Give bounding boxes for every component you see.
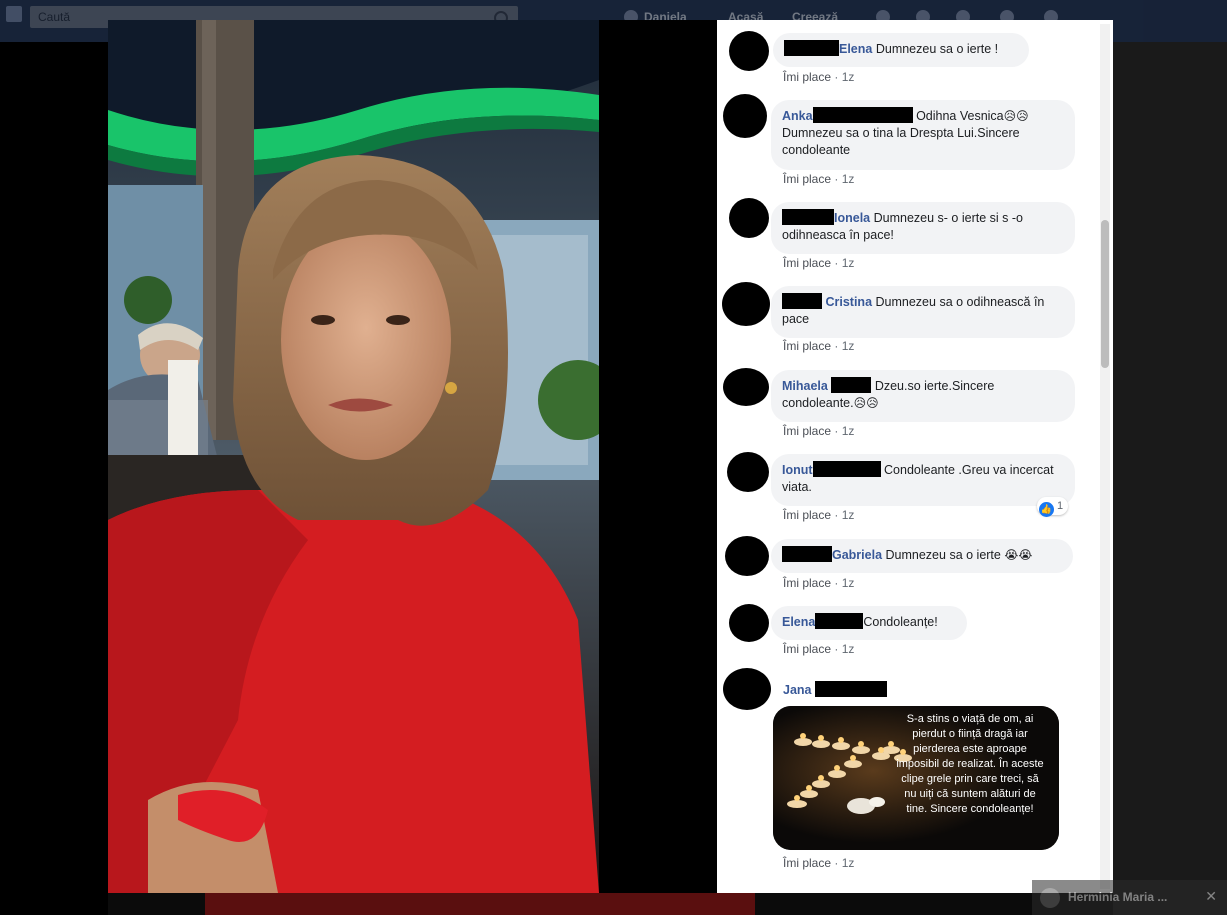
- comment-bubble: Anka Odihna Vesnica😥😥 Dumnezeu sa o tina…: [771, 100, 1075, 170]
- redaction-bar: [782, 293, 822, 309]
- reaction-count: 1: [1057, 500, 1064, 512]
- close-icon[interactable]: ✕: [1205, 888, 1217, 905]
- comment-meta: Îmi place · 1z: [783, 256, 855, 270]
- crying-emoji-icon: 😥😥: [1003, 109, 1029, 123]
- chat-tab-label[interactable]: Herminia Maria ...: [1068, 890, 1167, 904]
- comment-time-link[interactable]: 1z: [842, 508, 855, 522]
- photo-letterbox: [599, 20, 717, 893]
- comment-meta: Îmi place · 1z: [783, 424, 855, 438]
- commenter-avatar[interactable]: [729, 198, 769, 238]
- comment-author-link[interactable]: Elena: [782, 615, 815, 629]
- comment-text: Dumnezeu sa o tina la Drespta Lui.Sincer…: [782, 126, 1020, 157]
- comment-author-link[interactable]: Ionut: [782, 463, 813, 477]
- commenter-avatar[interactable]: [722, 282, 770, 326]
- redaction-bar: [815, 613, 864, 629]
- condolence-image[interactable]: S-a stins o viață de om, ai pierdut o fi…: [773, 706, 1059, 850]
- comment-text: Condoleanțe!: [863, 615, 938, 629]
- commenter-avatar[interactable]: [723, 368, 769, 406]
- reaction-count-badge[interactable]: 👍 1: [1037, 497, 1069, 517]
- comment-text: Dumnezeu sa o odihnească în pace: [782, 295, 1045, 326]
- comment-meta: Îmi place · 1z: [783, 576, 855, 590]
- redaction-bar: [782, 209, 834, 225]
- chat-tab-avatar: [1040, 888, 1060, 908]
- redaction-bar: [812, 107, 913, 123]
- like-link[interactable]: Îmi place: [783, 576, 831, 590]
- like-link[interactable]: Îmi place: [783, 642, 831, 656]
- comment-bubble: Ionut Condoleante .Greu va incercat viat…: [771, 454, 1075, 506]
- comment-text-line1: Odihna Vesnica: [916, 109, 1004, 123]
- comment-meta: Îmi place · 1z: [783, 70, 855, 84]
- comment-author-link[interactable]: Elena: [839, 42, 872, 56]
- comment-author-row: Jana: [783, 681, 887, 697]
- comment-time-link[interactable]: 1z: [842, 576, 855, 590]
- comment-meta: Îmi place · 1z: [783, 642, 855, 656]
- comment-bubble: Cristina Dumnezeu sa o odihnească în pac…: [771, 286, 1075, 338]
- comment-meta: Îmi place · 1z: [783, 508, 855, 522]
- comment-text: Dumnezeu sa o ierte !: [875, 42, 999, 56]
- photo-image: [108, 20, 599, 893]
- commenter-avatar[interactable]: [727, 452, 769, 492]
- like-link[interactable]: Îmi place: [783, 339, 831, 353]
- redaction-bar: [784, 40, 839, 56]
- comment-time-link[interactable]: 1z: [842, 70, 855, 84]
- comments-panel[interactable]: Elena Dumnezeu sa o ierte ! Îmi place · …: [717, 20, 1113, 893]
- crying-emoji-icon: 😥😥: [853, 396, 879, 410]
- comment-bubble: Elena Dumnezeu sa o ierte !: [773, 33, 1029, 67]
- theater-backdrop-left[interactable]: [0, 42, 108, 915]
- commenter-avatar[interactable]: [723, 94, 767, 138]
- theater-backdrop-bottom: [205, 893, 755, 915]
- like-link[interactable]: Îmi place: [783, 70, 831, 84]
- chat-tab[interactable]: Herminia Maria ... ✕: [1032, 880, 1227, 915]
- commenter-avatar[interactable]: [723, 668, 771, 710]
- sobbing-emoji-icon: 😭😭: [1004, 548, 1033, 562]
- comment-author-link[interactable]: Anka: [782, 109, 813, 123]
- scrollbar-thumb[interactable]: [1101, 220, 1109, 368]
- comment-author-link[interactable]: Mihaela: [782, 379, 828, 393]
- comment-time-link[interactable]: 1z: [842, 339, 855, 353]
- theater-backdrop-right[interactable]: [1113, 42, 1227, 915]
- like-link[interactable]: Îmi place: [783, 172, 831, 186]
- redaction-bar: [782, 546, 832, 562]
- comment-time-link[interactable]: 1z: [842, 256, 855, 270]
- redaction-bar: [831, 377, 872, 393]
- comment-author-link[interactable]: Jana: [783, 683, 812, 697]
- comment-bubble: Gabriela Dumnezeu sa o ierte 😭😭: [771, 539, 1073, 573]
- comment-author-link[interactable]: Cristina: [825, 295, 872, 309]
- photo-viewer[interactable]: [108, 20, 717, 893]
- comment-bubble: Elena Condoleanțe!: [771, 606, 967, 640]
- commenter-avatar[interactable]: [725, 536, 769, 576]
- like-link[interactable]: Îmi place: [783, 508, 831, 522]
- condolence-image-text: S-a stins o viață de om, ai pierdut o fi…: [896, 713, 1044, 815]
- profile-photo[interactable]: [108, 20, 599, 893]
- comment-meta: Îmi place · 1z: [783, 856, 855, 870]
- like-link[interactable]: Îmi place: [783, 856, 831, 870]
- comment-author-link[interactable]: Ionela: [834, 211, 870, 225]
- comment-meta: Îmi place · 1z: [783, 172, 855, 186]
- comments-scrollbar[interactable]: [1100, 24, 1110, 889]
- like-link[interactable]: Îmi place: [783, 256, 831, 270]
- redaction-bar: [814, 681, 887, 697]
- comment-time-link[interactable]: 1z: [842, 424, 855, 438]
- like-link[interactable]: Îmi place: [783, 424, 831, 438]
- comment-bubble: Mihaela Dzeu.so ierte.Sincere condoleant…: [771, 370, 1075, 422]
- comment-meta: Îmi place · 1z: [783, 339, 855, 353]
- comment-text: Dumnezeu sa o ierte: [885, 548, 1001, 562]
- facebook-logo-icon[interactable]: [6, 6, 22, 22]
- commenter-avatar[interactable]: [729, 31, 769, 71]
- commenter-avatar[interactable]: [729, 604, 769, 642]
- comment-time-link[interactable]: 1z: [842, 642, 855, 656]
- redaction-bar: [812, 461, 881, 477]
- comment-bubble: Ionela Dumnezeu s- o ierte si s -o odihn…: [771, 202, 1075, 254]
- search-placeholder: Caută: [38, 10, 71, 24]
- comment-time-link[interactable]: 1z: [842, 856, 855, 870]
- comment-author-link[interactable]: Gabriela: [832, 548, 882, 562]
- like-reaction-icon: 👍: [1039, 502, 1054, 517]
- comment-time-link[interactable]: 1z: [842, 172, 855, 186]
